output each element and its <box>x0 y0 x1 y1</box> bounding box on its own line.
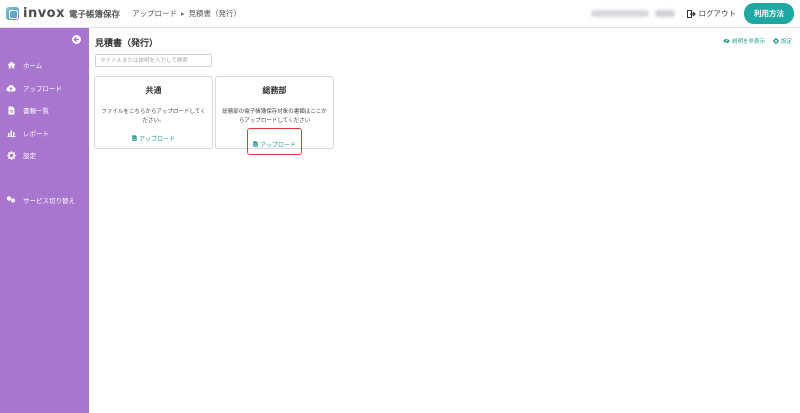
logo-subtitle: 電子帳簿保存 <box>69 9 121 20</box>
sidebar-item-label: 設定 <box>23 152 36 161</box>
gear-icon <box>6 150 16 160</box>
user-name-blurred <box>590 10 649 17</box>
highlighted-upload-box: アップロード <box>246 128 302 155</box>
upload-link-label: アップロード <box>259 141 296 149</box>
sidebar-item-label: アップロード <box>23 84 62 93</box>
switch-icon <box>6 195 16 205</box>
app-logo[interactable]: invox 電子帳簿保存 <box>0 6 128 21</box>
card-description: 総務部の電子帳簿保存対象の書類はここからアップロードしてください <box>222 109 327 124</box>
help-button[interactable]: 利用方法 <box>744 3 794 24</box>
sidebar-item-documents[interactable]: 書類一覧 <box>0 99 89 122</box>
breadcrumb-current: 見積書（発行） <box>188 9 242 18</box>
user-role-blurred <box>654 10 675 17</box>
top-header: invox 電子帳簿保存 アップロード ▸ 見積書（発行） ログアウト 利用方法 <box>0 0 800 28</box>
document-icon <box>6 105 16 115</box>
chevron-right-icon: ▸ <box>181 9 185 18</box>
card-description: ファイルをこちらからアップロードしてください。 <box>101 109 206 124</box>
collapse-sidebar-button[interactable] <box>72 35 81 44</box>
page-title: 見積書（発行） <box>95 39 159 49</box>
logo-text: invox <box>23 6 66 21</box>
breadcrumb-upload[interactable]: アップロード <box>132 8 177 19</box>
eye-slash-icon <box>723 38 730 44</box>
card-title: 総務部 <box>262 86 287 95</box>
home-icon <box>6 60 16 70</box>
file-icon <box>253 141 258 147</box>
upload-card-general-affairs: 総務部 総務部の電子帳簿保存対象の書類はここからアップロードしてください アップ… <box>215 76 334 155</box>
logout-icon <box>686 9 696 18</box>
sidebar-item-upload[interactable]: アップロード <box>0 77 89 100</box>
sidebar-item-service-switch[interactable]: サービス切り替え <box>0 189 89 212</box>
sidebar-item-label: ホーム <box>23 62 43 71</box>
logout-label: ログアウト <box>698 9 737 18</box>
upload-link-label: アップロード <box>138 135 175 143</box>
upload-link[interactable]: アップロード <box>253 140 296 149</box>
main-content: 見積書（発行） 説明を非表示 設定 共通 ファイルをこちらからアップロードしてく… <box>89 28 800 413</box>
sidebar-item-home[interactable]: ホーム <box>0 54 89 77</box>
sidebar-item-label: 書類一覧 <box>23 107 49 116</box>
cloud-upload-icon <box>6 83 16 93</box>
sidebar: ホーム アップロード 書類一覧 レポート 設定 サービス切り替え <box>0 28 89 413</box>
sidebar-nav: ホーム アップロード 書類一覧 レポート 設定 サービス切り替え <box>0 54 89 211</box>
upload-card-common: 共通 ファイルをこちらからアップロードしてください。 アップロード <box>94 76 213 149</box>
hide-description-link[interactable]: 説明を非表示 <box>723 37 765 45</box>
logo-icon <box>6 7 19 20</box>
card-title: 共通 <box>145 86 162 95</box>
sidebar-item-settings[interactable]: 設定 <box>0 144 89 167</box>
sidebar-item-label: レポート <box>23 129 49 138</box>
upload-link[interactable]: アップロード <box>132 134 175 143</box>
arrow-left-icon <box>73 36 79 43</box>
settings-label: 設定 <box>780 39 792 45</box>
page-actions: 説明を非表示 設定 <box>715 37 792 45</box>
hide-description-label: 説明を非表示 <box>731 39 765 45</box>
file-icon <box>132 135 137 141</box>
sidebar-item-label: サービス切り替え <box>23 196 75 205</box>
breadcrumb: アップロード ▸ 見積書（発行） <box>132 8 241 19</box>
search-input[interactable] <box>95 54 212 67</box>
settings-link[interactable]: 設定 <box>772 37 792 45</box>
logout-button[interactable]: ログアウト <box>686 8 737 19</box>
gear-icon <box>772 38 779 44</box>
sidebar-item-report[interactable]: レポート <box>0 122 89 145</box>
bar-chart-icon <box>6 128 16 138</box>
